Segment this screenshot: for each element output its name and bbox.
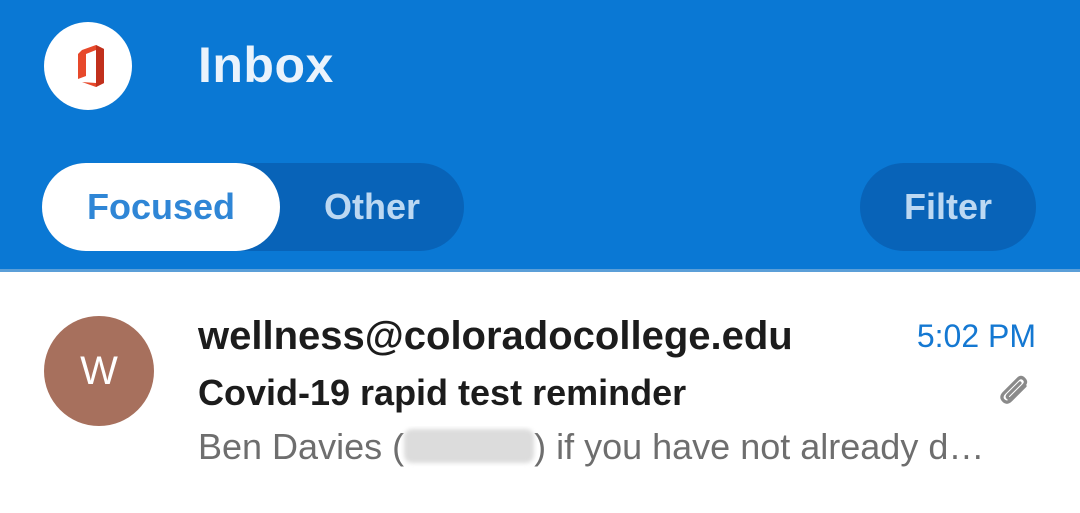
tab-focused[interactable]: Focused [42,163,280,251]
paperclip-icon [1000,375,1028,404]
preview-text-start: Ben Davies ( [198,426,405,467]
message-time: 5:02 PM [916,318,1036,354]
preview-text-end: ) if you have not already d… [534,426,985,467]
filter-button[interactable]: Filter [860,163,1036,251]
message-sender: wellness@coloradocollege.edu [198,314,793,358]
message-subject: Covid-19 rapid test reminder [198,372,687,413]
message-preview: Ben Davies ( ) if you have not already d… [198,426,1020,468]
paperclip-icon [994,372,1034,412]
office-logo-icon [78,45,104,87]
office-logo-icon[interactable] [44,22,132,110]
avatar: W [44,316,154,426]
redacted-text [404,429,535,463]
page-title: Inbox [198,37,334,93]
tab-other[interactable]: Other [280,163,464,251]
avatar-letter: W [80,348,118,393]
